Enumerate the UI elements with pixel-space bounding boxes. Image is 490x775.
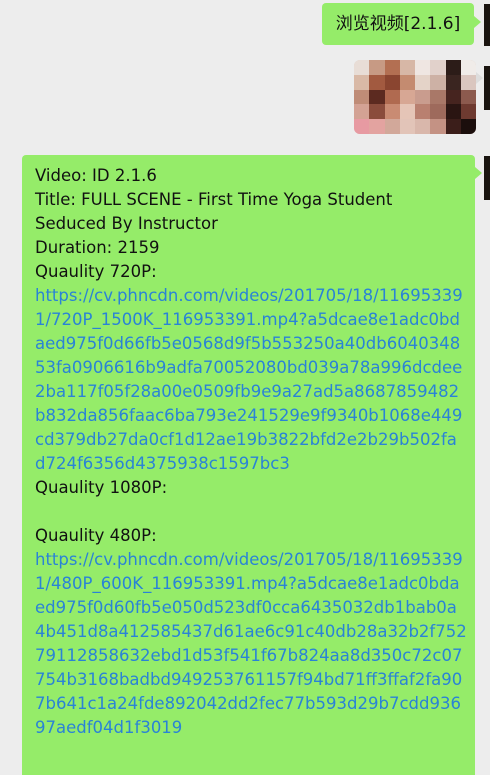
chat-bubble-outgoing[interactable]: Video: ID 2.1.6 Title: FULL SCENE - Firs…	[22, 155, 475, 775]
avatar[interactable]	[484, 4, 490, 46]
message-text: 浏览视频[2.1.6]	[335, 14, 461, 34]
bubble-tail	[476, 72, 483, 84]
chat-bubble-outgoing[interactable]: 浏览视频[2.1.6]	[322, 3, 474, 45]
avatar[interactable]	[484, 66, 490, 110]
quality-480-label: Quaulity 480P:	[35, 526, 157, 545]
video-title: Title: FULL SCENE - First Time Yoga Stud…	[35, 190, 393, 209]
video-title: Seduced By Instructor	[35, 214, 218, 233]
video-link-480[interactable]: https://cv.phncdn.com/videos/201705/18/1…	[35, 548, 467, 740]
image-thumbnail[interactable]	[354, 60, 476, 134]
avatar[interactable]	[484, 156, 490, 200]
quality-720-label: Quaulity 720P:	[35, 262, 157, 281]
video-id: Video: ID 2.1.6	[35, 166, 157, 185]
video-link-720[interactable]: https://cv.phncdn.com/videos/201705/18/1…	[35, 284, 467, 476]
empty-line	[35, 500, 467, 524]
quality-1080-label: Quaulity 1080P:	[35, 478, 168, 497]
video-duration: Duration: 2159	[35, 238, 160, 257]
bubble-tail	[475, 167, 482, 179]
bubble-tail	[474, 16, 481, 28]
